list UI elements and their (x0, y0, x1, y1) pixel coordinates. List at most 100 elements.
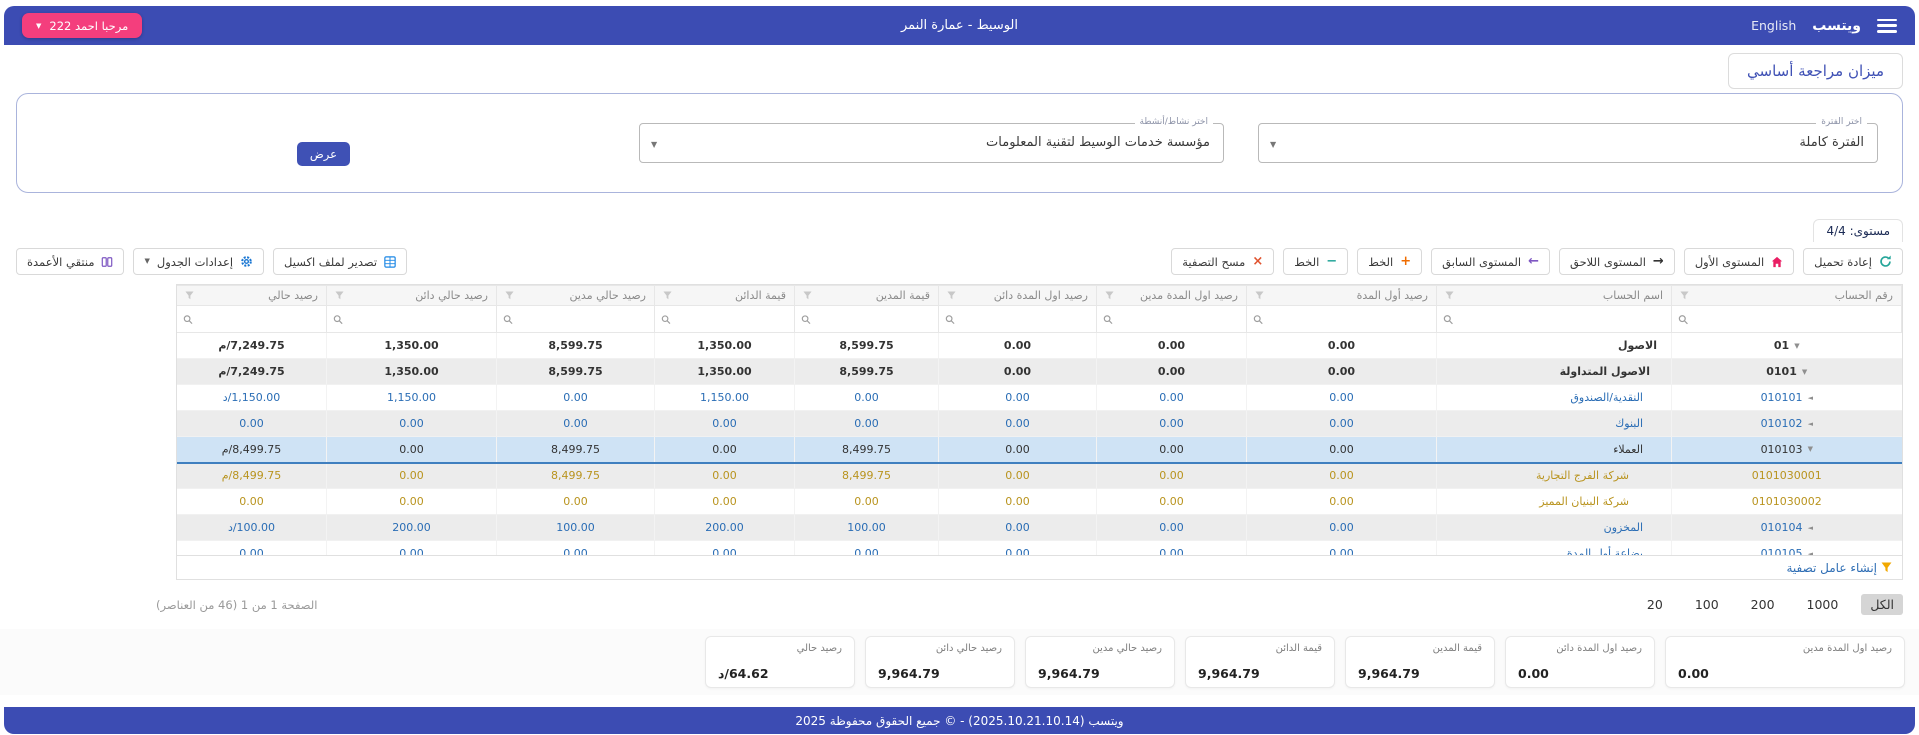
value-cell[interactable]: 0.00 (1247, 411, 1437, 437)
value-cell[interactable]: 0.00 (1247, 359, 1437, 385)
value-cell[interactable]: 0.00 (1097, 515, 1247, 541)
value-cell[interactable]: 0.00 (939, 463, 1097, 489)
column-filter-input[interactable] (1457, 313, 1665, 326)
account-name-cell[interactable]: العملاء (1437, 437, 1672, 463)
funnel-icon[interactable] (1105, 291, 1114, 300)
funnel-icon[interactable] (1445, 291, 1454, 300)
account-number-cell[interactable]: 0101030001 (1672, 463, 1902, 489)
value-cell[interactable]: 0.00 (655, 411, 795, 437)
funnel-icon[interactable] (185, 291, 194, 300)
expand-icon[interactable]: ◄ (1808, 550, 1813, 556)
value-cell[interactable]: 0.00 (1097, 333, 1247, 359)
table-row[interactable]: ◄010102البنوك0.000.000.000.000.000.000.0… (177, 411, 1902, 437)
funnel-icon[interactable] (803, 291, 812, 300)
table-row[interactable]: ◄010101النقدية/الصندوق0.000.000.000.001,… (177, 385, 1902, 411)
next-level-button[interactable]: → المستوى اللاحق (1559, 248, 1675, 275)
value-cell[interactable]: 0.00 (939, 359, 1097, 385)
page-size-option[interactable]: 100 (1686, 594, 1728, 615)
value-cell[interactable]: 0.00 (1097, 463, 1247, 489)
value-cell[interactable]: 0.00 (795, 489, 939, 515)
user-menu-button[interactable]: مرحبا احمد 222 ▼ (22, 13, 142, 38)
account-number-link[interactable]: 0101 (1766, 365, 1797, 378)
table-row[interactable]: 0101030002شركة البنيان المميز0.000.000.0… (177, 489, 1902, 515)
account-number-cell[interactable]: ▼0101 (1672, 359, 1902, 385)
funnel-icon[interactable] (947, 291, 956, 300)
value-cell[interactable]: 100.00 (497, 515, 655, 541)
account-number-cell[interactable]: ◄ 010105 (1672, 541, 1902, 556)
account-name-cell[interactable]: الاصول (1437, 333, 1672, 359)
account-name-cell[interactable]: شركة الفرج التجارية (1437, 463, 1672, 489)
funnel-icon[interactable] (1255, 291, 1264, 300)
account-name-cell[interactable]: البنوك (1437, 411, 1672, 437)
table-row[interactable]: 0101030001شركة الفرج التجارية0.000.000.0… (177, 463, 1902, 489)
account-number-link[interactable]: 010104 (1761, 521, 1803, 534)
value-cell[interactable]: 0.00 (939, 515, 1097, 541)
value-cell[interactable]: 100.00/د (177, 515, 327, 541)
value-cell[interactable]: 8,599.75 (497, 333, 655, 359)
value-cell[interactable]: 0.00 (939, 437, 1097, 463)
column-filter-input[interactable] (347, 313, 490, 326)
page-size-option[interactable]: 20 (1638, 594, 1672, 615)
column-filter-input[interactable] (1267, 313, 1430, 326)
show-button[interactable]: عرض (297, 142, 350, 166)
value-cell[interactable]: 1,350.00 (655, 359, 795, 385)
value-cell[interactable]: 0.00 (939, 541, 1097, 556)
export-excel-button[interactable]: تصدير لملف اكسيل (273, 248, 407, 275)
column-header[interactable]: رصيد اول المدة مدين (1097, 286, 1247, 306)
account-number-link[interactable]: 010103 (1761, 443, 1803, 456)
value-cell[interactable]: 0.00 (327, 437, 497, 463)
account-number-cell[interactable]: ◄010102 (1672, 411, 1902, 437)
account-number-cell[interactable]: ▼010103 (1672, 437, 1902, 463)
account-name-cell[interactable]: شركة البنيان المميز (1437, 489, 1672, 515)
value-cell[interactable]: 0.00 (655, 437, 795, 463)
value-cell[interactable]: 1,150.00 (327, 385, 497, 411)
column-header[interactable]: اسم الحساب (1437, 286, 1672, 306)
create-filter-link[interactable]: إنشاء عامل تصفية (1786, 561, 1892, 575)
language-link[interactable]: English (1751, 18, 1796, 33)
value-cell[interactable]: 0.00 (497, 489, 655, 515)
account-number-cell[interactable]: 0101030002 (1672, 489, 1902, 515)
column-header[interactable]: رقم الحساب (1672, 286, 1902, 306)
value-cell[interactable]: 8,499.75/م (177, 463, 327, 489)
column-header[interactable]: قيمة المدين (795, 286, 939, 306)
value-cell[interactable]: 1,350.00 (327, 333, 497, 359)
font-decrease-button[interactable]: − الخط (1283, 248, 1348, 275)
expand-icon[interactable]: ◄ (1808, 420, 1813, 428)
value-cell[interactable]: 0.00 (1097, 489, 1247, 515)
value-cell[interactable]: 0.00 (1247, 489, 1437, 515)
value-cell[interactable]: 0.00 (1097, 411, 1247, 437)
value-cell[interactable]: 0.00 (795, 385, 939, 411)
value-cell[interactable]: 1,150.00/د (177, 385, 327, 411)
value-cell[interactable]: 8,499.75 (497, 437, 655, 463)
column-filter-input[interactable] (815, 313, 932, 326)
column-header[interactable]: رصيد أول المدة (1247, 286, 1437, 306)
value-cell[interactable]: 1,150.00 (655, 385, 795, 411)
column-filter-input[interactable] (675, 313, 788, 326)
column-header[interactable]: رصيد حالي دائن (327, 286, 497, 306)
account-name-cell[interactable]: بضاعة أول المدة (1437, 541, 1672, 556)
value-cell[interactable]: 7,249.75/م (177, 359, 327, 385)
account-number-cell[interactable]: ◄010104 (1672, 515, 1902, 541)
column-header[interactable]: قيمة الدائن (655, 286, 795, 306)
page-size-option[interactable]: الكل (1861, 594, 1903, 615)
value-cell[interactable]: 0.00 (327, 411, 497, 437)
account-number-link[interactable]: 010105 (1761, 547, 1803, 555)
value-cell[interactable]: 0.00 (327, 541, 497, 556)
value-cell[interactable]: 0.00 (655, 489, 795, 515)
value-cell[interactable]: 0.00 (939, 333, 1097, 359)
value-cell[interactable]: 0.00 (497, 541, 655, 556)
value-cell[interactable]: 0.00 (939, 411, 1097, 437)
reload-button[interactable]: إعادة تحميل (1803, 248, 1903, 275)
value-cell[interactable]: 0.00 (655, 463, 795, 489)
column-filter-input[interactable] (1117, 313, 1240, 326)
period-select[interactable]: اختر الفترة الفترة كاملة ▼ (1258, 123, 1878, 163)
value-cell[interactable]: 1,350.00 (327, 359, 497, 385)
account-name-cell[interactable]: الاصول المتداولة (1437, 359, 1672, 385)
value-cell[interactable]: 200.00 (655, 515, 795, 541)
funnel-icon[interactable] (663, 291, 672, 300)
value-cell[interactable]: 8,499.75 (497, 463, 655, 489)
column-chooser-button[interactable]: منتقي الأعمدة (16, 248, 124, 275)
value-cell[interactable]: 8,599.75 (795, 359, 939, 385)
table-row[interactable]: ◄010105بضاعة أول المدة0.000.000.000.000.… (177, 541, 1902, 556)
font-increase-button[interactable]: + الخط (1357, 248, 1422, 275)
